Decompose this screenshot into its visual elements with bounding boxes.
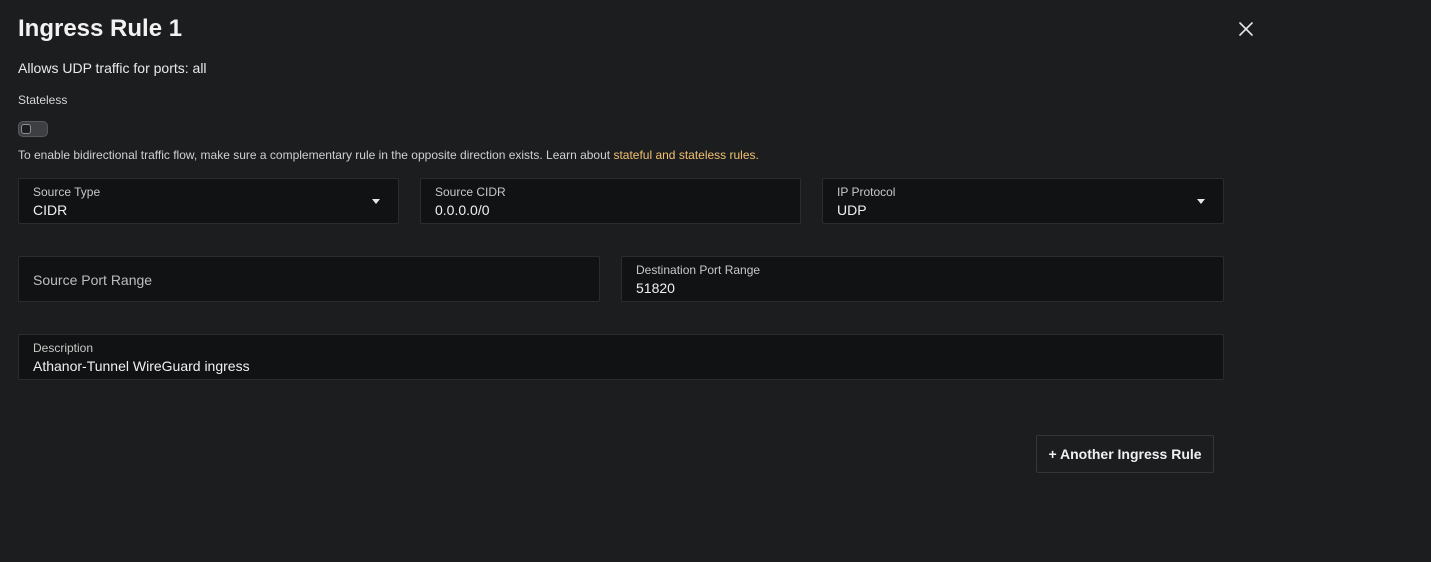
ip-protocol-select[interactable]: IP Protocol UDP xyxy=(822,178,1224,224)
stateless-help-text: To enable bidirectional traffic flow, ma… xyxy=(18,147,759,163)
add-another-ingress-rule-button[interactable]: + Another Ingress Rule xyxy=(1036,435,1214,473)
source-port-range-input[interactable]: Source Port Range xyxy=(18,256,600,302)
rule-summary: Allows UDP traffic for ports: all xyxy=(18,60,207,76)
description-label: Description xyxy=(33,341,94,355)
help-text-body: To enable bidirectional traffic flow, ma… xyxy=(18,148,614,162)
stateless-label: Stateless xyxy=(18,93,68,107)
source-cidr-input[interactable]: Source CIDR 0.0.0.0/0 xyxy=(420,178,801,224)
destination-port-range-value: 51820 xyxy=(636,280,675,296)
page-title: Ingress Rule 1 xyxy=(18,15,183,42)
close-button[interactable] xyxy=(1236,19,1256,39)
chevron-down-icon xyxy=(372,199,380,204)
source-type-value: CIDR xyxy=(33,202,68,218)
source-cidr-label: Source CIDR xyxy=(435,185,506,199)
stateless-toggle[interactable] xyxy=(18,121,48,137)
ip-protocol-label: IP Protocol xyxy=(837,185,896,199)
source-port-range-placeholder: Source Port Range xyxy=(33,272,153,288)
ip-protocol-value: UDP xyxy=(837,202,867,218)
stateful-stateless-link[interactable]: stateful and stateless rules. xyxy=(613,148,758,162)
source-cidr-value: 0.0.0.0/0 xyxy=(435,202,490,218)
source-type-label: Source Type xyxy=(33,185,101,199)
chevron-down-icon xyxy=(1197,199,1205,204)
source-type-select[interactable]: Source Type CIDR xyxy=(18,178,399,224)
description-value: Athanor-Tunnel WireGuard ingress xyxy=(33,358,250,374)
ingress-rule-panel: Ingress Rule 1 Allows UDP traffic for po… xyxy=(0,0,1431,562)
toggle-knob xyxy=(21,124,31,134)
destination-port-range-label: Destination Port Range xyxy=(636,263,761,277)
close-icon xyxy=(1239,22,1253,36)
description-input[interactable]: Description Athanor-Tunnel WireGuard ing… xyxy=(18,334,1224,380)
destination-port-range-input[interactable]: Destination Port Range 51820 xyxy=(621,256,1224,302)
